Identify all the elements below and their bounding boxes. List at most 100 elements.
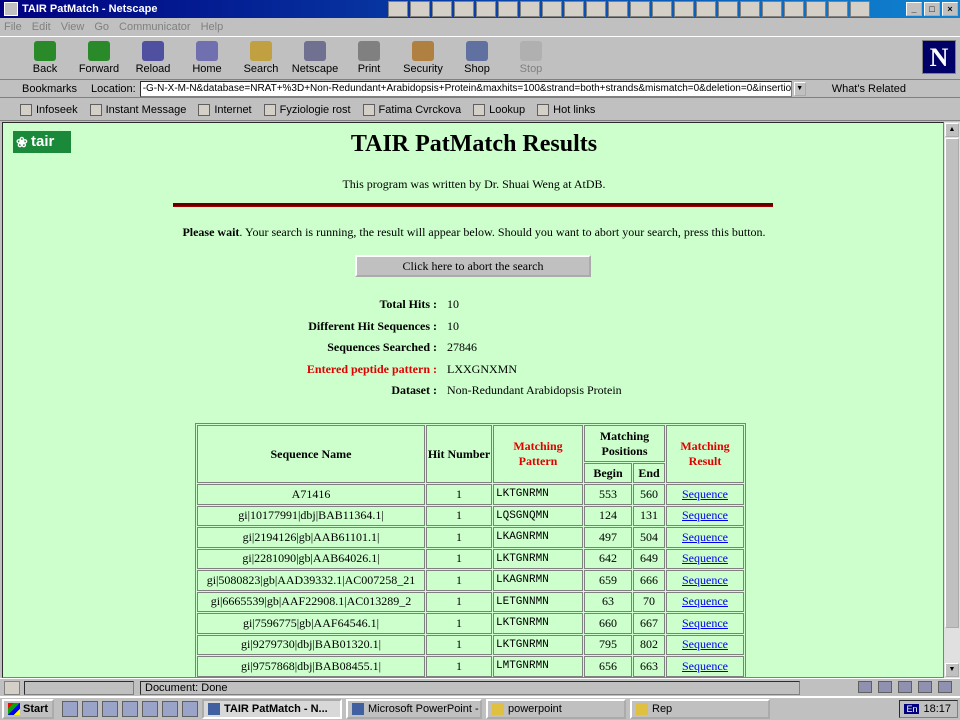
task-powerpoint[interactable]: Microsoft PowerPoint - [... xyxy=(346,699,482,719)
mail-icon[interactable] xyxy=(878,681,892,693)
sequence-link[interactable]: Sequence xyxy=(682,616,728,630)
shortcut-icon[interactable] xyxy=(630,1,650,17)
shortcut-icon[interactable] xyxy=(806,1,826,17)
personal-link-lookup[interactable]: Lookup xyxy=(473,103,525,116)
language-indicator[interactable]: En xyxy=(904,704,920,714)
personal-link-fatima[interactable]: Fatima Cvrckova xyxy=(362,103,461,116)
personal-link-instant-message[interactable]: Instant Message xyxy=(89,103,186,116)
maximize-button[interactable]: □ xyxy=(924,2,940,16)
task-netscape[interactable]: TAIR PatMatch - N... xyxy=(202,699,342,719)
bookmarks-button[interactable]: Bookmarks xyxy=(22,83,77,95)
start-button[interactable]: Start xyxy=(2,699,54,719)
minimize-button[interactable]: _ xyxy=(906,2,922,16)
shop-button[interactable]: Shop xyxy=(450,37,504,79)
menu-edit[interactable]: Edit xyxy=(32,21,51,33)
cell-matching-result: Sequence xyxy=(666,484,744,505)
home-button[interactable]: Home xyxy=(180,37,234,79)
shortcut-icon[interactable] xyxy=(718,1,738,17)
sequence-link[interactable]: Sequence xyxy=(682,659,728,673)
forward-button[interactable]: Forward xyxy=(72,37,126,79)
close-button[interactable]: × xyxy=(942,2,958,16)
security-button[interactable]: Security xyxy=(396,37,450,79)
scroll-thumb[interactable] xyxy=(945,138,959,628)
task-folder-powerpoint[interactable]: powerpoint xyxy=(486,699,626,719)
app-shortcut-icon[interactable] xyxy=(102,701,118,717)
stop-button[interactable]: Stop xyxy=(504,37,558,79)
scroll-up-icon[interactable]: ▲ xyxy=(945,123,959,137)
netscape-app-icon[interactable] xyxy=(4,2,18,16)
sequence-link[interactable]: Sequence xyxy=(682,530,728,544)
app-shortcut-icon[interactable] xyxy=(162,701,178,717)
sequence-link[interactable]: Sequence xyxy=(682,637,728,651)
search-button[interactable]: Search xyxy=(234,37,288,79)
summary-row: Sequences Searched :27846 xyxy=(327,340,477,355)
folder-icon xyxy=(473,103,486,116)
window-title-bar[interactable]: TAIR PatMatch - Netscape _ □ × xyxy=(0,0,960,18)
shortcut-icon[interactable] xyxy=(476,1,496,17)
shortcut-icon[interactable] xyxy=(454,1,474,17)
ie-icon[interactable] xyxy=(62,701,78,717)
shortcut-icon[interactable] xyxy=(586,1,606,17)
menu-help[interactable]: Help xyxy=(201,21,224,33)
cell-matching-pattern: LKAGNRMN xyxy=(493,527,583,548)
abort-search-button[interactable]: Click here to abort the search xyxy=(355,255,591,277)
search-summary: Total Hits :10 Different Hit Sequences :… xyxy=(3,297,943,405)
sequence-link[interactable]: Sequence xyxy=(682,594,728,608)
netscape-logo-icon[interactable]: N xyxy=(922,40,956,74)
shortcut-icon[interactable] xyxy=(564,1,584,17)
window-title: TAIR PatMatch - Netscape xyxy=(22,3,158,15)
back-button[interactable]: Back xyxy=(18,37,72,79)
personal-link-internet[interactable]: Internet xyxy=(198,103,252,116)
shortcut-icon[interactable] xyxy=(388,1,408,17)
desktop-icon[interactable] xyxy=(82,701,98,717)
chevron-down-icon[interactable]: ▼ xyxy=(793,81,806,96)
personal-link-fyziologie[interactable]: Fyziologie rost xyxy=(263,103,351,116)
shortcut-icon[interactable] xyxy=(410,1,430,17)
composer-icon[interactable] xyxy=(918,681,932,693)
sequence-link[interactable]: Sequence xyxy=(682,551,728,565)
home-icon xyxy=(196,41,218,61)
shortcut-icon[interactable] xyxy=(696,1,716,17)
shortcut-icon[interactable] xyxy=(850,1,870,17)
location-url-field[interactable]: -G-N-X-M-N&database=NRAT+%3D+Non-Redunda… xyxy=(139,80,792,97)
app-shortcut-icon[interactable] xyxy=(142,701,158,717)
shortcut-icon[interactable] xyxy=(740,1,760,17)
sequence-link[interactable]: Sequence xyxy=(682,573,728,587)
shortcut-icon[interactable] xyxy=(542,1,562,17)
app-shortcut-icon[interactable] xyxy=(182,701,198,717)
address-book-icon[interactable] xyxy=(938,681,952,693)
shortcut-icon[interactable] xyxy=(652,1,672,17)
task-folder-rep[interactable]: Rep xyxy=(630,699,770,719)
shop-icon xyxy=(466,41,488,61)
menu-bar: File Edit View Go Communicator Help xyxy=(0,18,960,36)
shortcut-icon[interactable] xyxy=(762,1,782,17)
location-label: Location: xyxy=(91,82,136,95)
shortcut-icon[interactable] xyxy=(498,1,518,17)
print-button[interactable]: Print xyxy=(342,37,396,79)
shortcut-icon[interactable] xyxy=(608,1,628,17)
shortcut-icon[interactable] xyxy=(828,1,848,17)
page-content[interactable]: tair TAIR PatMatch Results This program … xyxy=(2,122,944,678)
shortcut-icon[interactable] xyxy=(674,1,694,17)
cell-matching-pattern: LMTGNRMN xyxy=(493,656,583,677)
shortcut-icon[interactable] xyxy=(784,1,804,17)
menu-go[interactable]: Go xyxy=(94,21,109,33)
scroll-down-icon[interactable]: ▼ xyxy=(945,663,959,677)
navigator-icon[interactable] xyxy=(858,681,872,693)
menu-communicator[interactable]: Communicator xyxy=(119,21,191,33)
menu-view[interactable]: View xyxy=(61,21,85,33)
app-shortcut-icon[interactable] xyxy=(122,701,138,717)
personal-link-hot-links[interactable]: Hot links xyxy=(537,103,595,116)
security-status-icon[interactable] xyxy=(4,680,20,695)
discussions-icon[interactable] xyxy=(898,681,912,693)
sequence-link[interactable]: Sequence xyxy=(682,487,728,501)
personal-link-infoseek[interactable]: Infoseek xyxy=(20,103,78,116)
shortcut-icon[interactable] xyxy=(520,1,540,17)
vertical-scrollbar[interactable]: ▲ ▼ xyxy=(944,122,960,678)
reload-button[interactable]: Reload xyxy=(126,37,180,79)
sequence-link[interactable]: Sequence xyxy=(682,508,728,522)
netscape-button[interactable]: Netscape xyxy=(288,37,342,79)
whats-related-button[interactable]: What's Related xyxy=(832,83,906,95)
shortcut-icon[interactable] xyxy=(432,1,452,17)
menu-file[interactable]: File xyxy=(4,21,22,33)
